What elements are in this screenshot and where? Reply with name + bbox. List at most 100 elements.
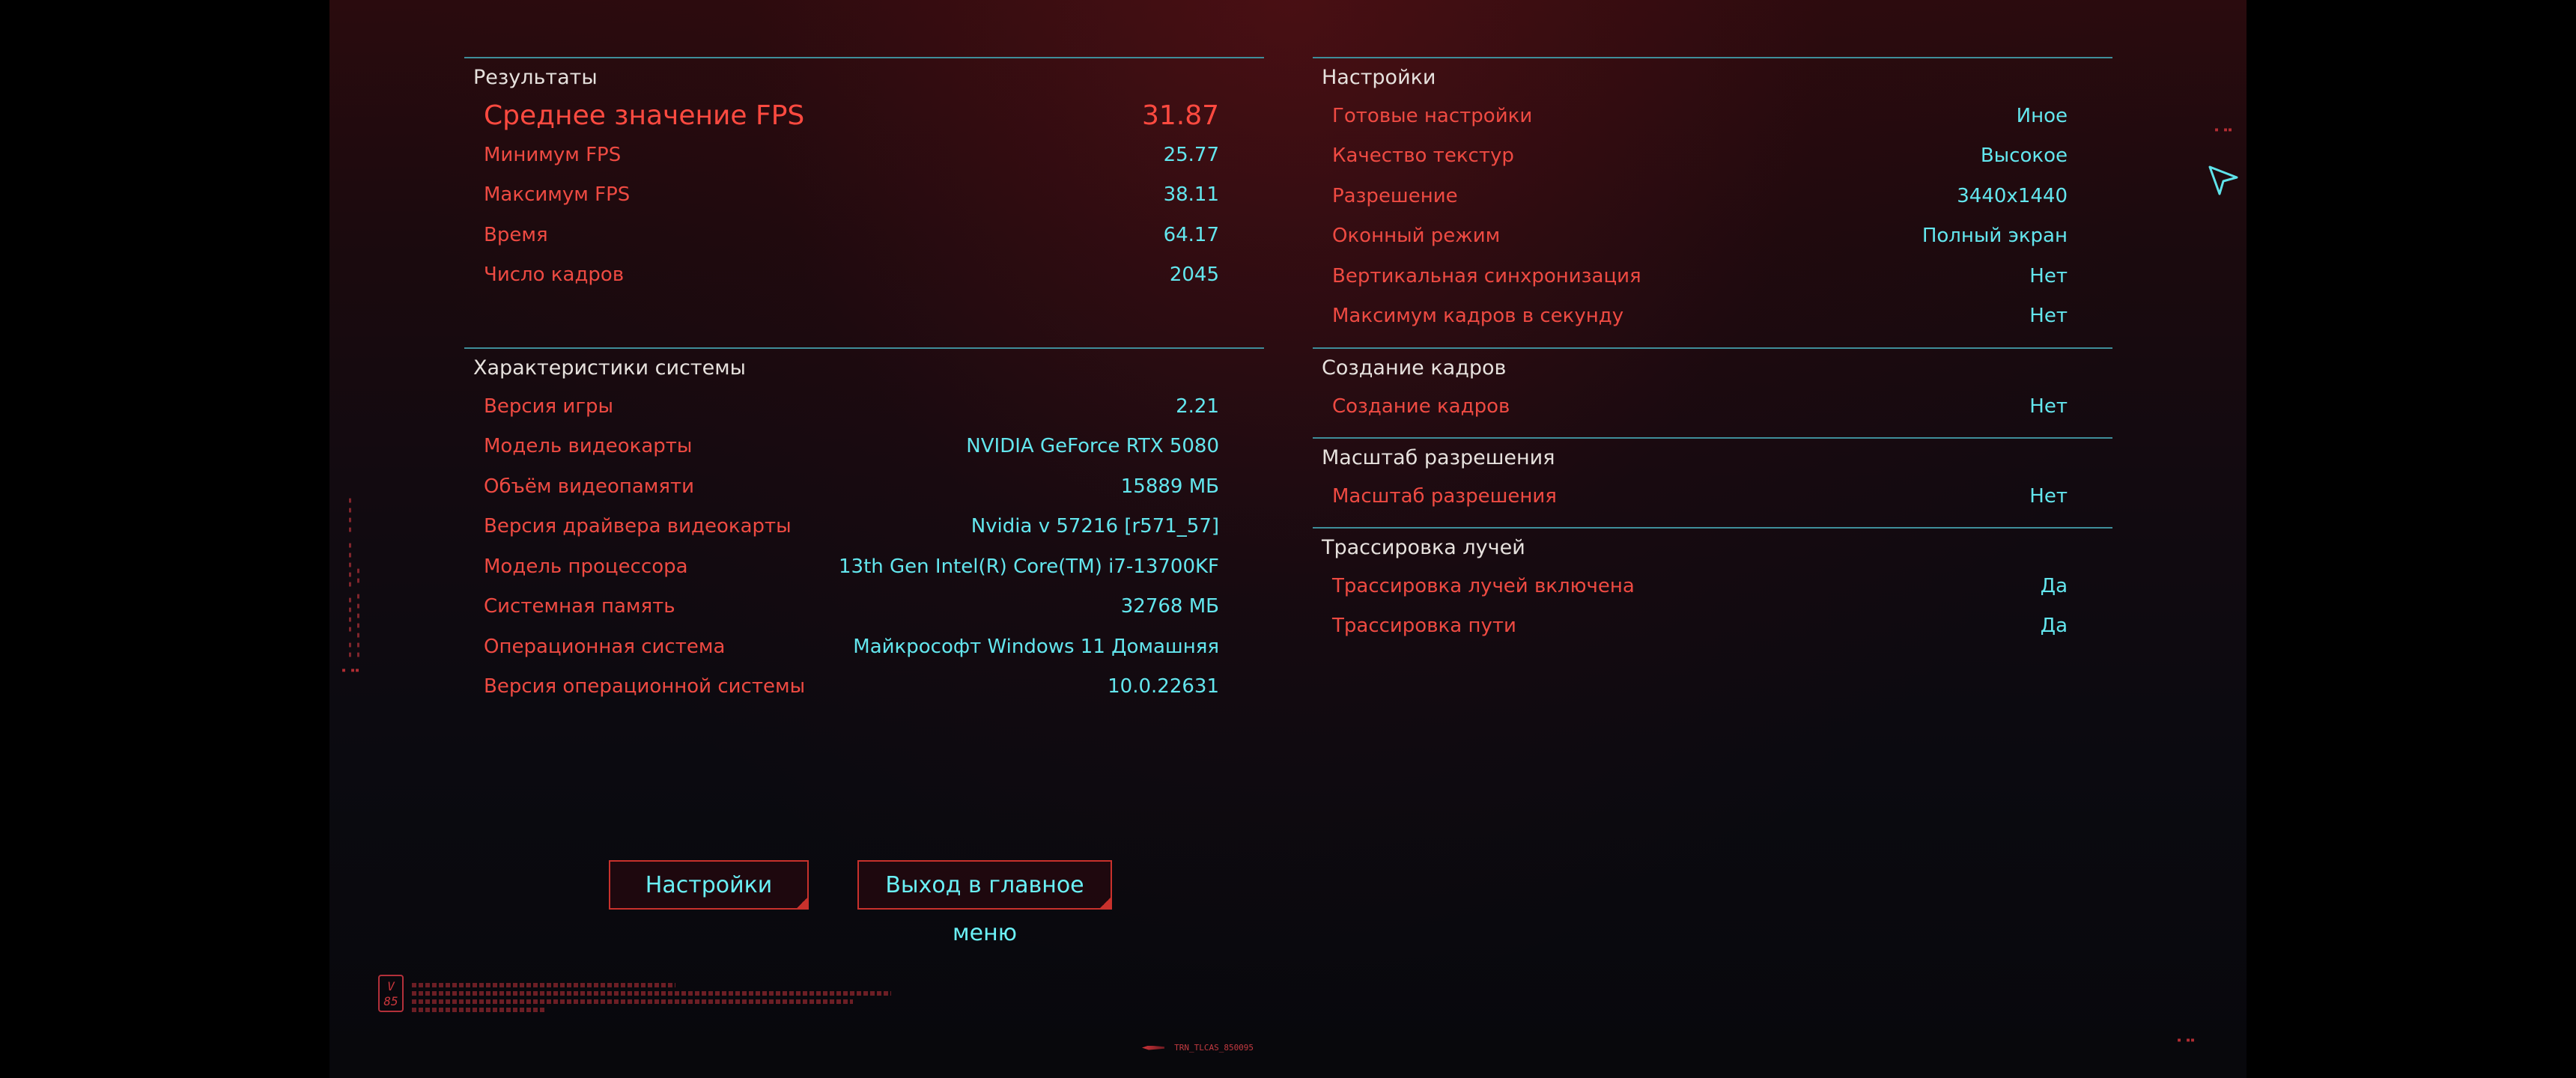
row-label: Создание кадров	[1332, 395, 1510, 418]
settings-row-textures: Качество текстур Высокое	[1332, 144, 2068, 174]
corner-notch	[795, 896, 809, 910]
res-scale-row: Масштаб разрешения Нет	[1332, 485, 2068, 515]
row-label: Трассировка лучей включена	[1332, 575, 1635, 597]
ray-tracing-row-path: Трассировка пути Да	[1332, 615, 2068, 645]
section-divider	[1313, 57, 2112, 58]
settings-panel: Настройки Готовые настройки Иное Качеств…	[1313, 57, 2112, 341]
section-divider	[464, 57, 1264, 58]
section-divider	[1313, 437, 2112, 439]
settings-button[interactable]: Настройки	[609, 860, 809, 910]
system-row-cpu: Модель процессора 13th Gen Intel(R) Core…	[484, 555, 1219, 585]
section-divider	[1313, 527, 2112, 529]
results-title: Результаты	[473, 66, 598, 89]
row-value: Да	[2040, 615, 2068, 637]
row-label: Модель видеокарты	[484, 435, 693, 457]
system-row-gpu: Модель видеокарты NVIDIA GeForce RTX 508…	[484, 435, 1219, 465]
avg-fps-value: 31.87	[1141, 100, 1219, 131]
corner-notch	[1099, 896, 1112, 910]
row-label: Качество текстур	[1332, 144, 1514, 167]
section-divider	[464, 347, 1264, 349]
system-row-vram: Объём видеопамяти 15889 МБ	[484, 475, 1219, 505]
frame-gen-row: Создание кадров Нет	[1332, 395, 2068, 425]
system-row-ram: Системная память 32768 МБ	[484, 595, 1219, 625]
system-title: Характеристики системы	[473, 356, 746, 380]
system-row-os: Операционная система Майкрософт Windows …	[484, 636, 1219, 666]
system-row-driver: Версия драйвера видеокарты Nvidia v 5721…	[484, 515, 1219, 545]
system-row-os-version: Версия операционной системы 10.0.22631	[484, 675, 1219, 705]
row-value: 25.77	[1163, 144, 1219, 166]
row-label: Время	[484, 224, 548, 246]
version-logo: V 85	[378, 975, 404, 1012]
row-label: Версия операционной системы	[484, 675, 806, 698]
row-label: Минимум FPS	[484, 144, 622, 166]
frame-gen-panel: Создание кадров Создание кадров Нет	[1313, 347, 2112, 437]
settings-row-window-mode: Оконный режим Полный экран	[1332, 225, 2068, 255]
result-row-frames: Число кадров 2045	[484, 264, 1219, 293]
footer-code-text: TRN_TLCAS_850095	[1174, 1043, 1254, 1053]
benchmark-screen: Результаты Среднее значение FPS 31.87 Ми…	[329, 0, 2247, 1078]
settings-button-label: Настройки	[645, 872, 773, 898]
row-value: Нет	[2029, 305, 2068, 327]
res-scale-title: Масштаб разрешения	[1322, 446, 1555, 469]
row-label: Вертикальная синхронизация	[1332, 265, 1641, 287]
avg-fps-label: Среднее значение FPS	[484, 100, 805, 131]
row-value: Да	[2040, 575, 2068, 597]
result-row-time: Время 64.17	[484, 224, 1219, 254]
row-label: Системная память	[484, 595, 675, 618]
deco-mark: ▪ ▪▪	[341, 666, 360, 674]
row-value: 32768 МБ	[1120, 595, 1219, 618]
settings-title: Настройки	[1322, 66, 1436, 89]
row-value: Нет	[2029, 395, 2068, 418]
row-value: 38.11	[1163, 183, 1219, 206]
settings-row-vsync: Вертикальная синхронизация Нет	[1332, 265, 2068, 295]
row-label: Максимум кадров в секунду	[1332, 305, 1624, 327]
row-label: Трассировка пути	[1332, 615, 1516, 637]
row-value: 15889 МБ	[1120, 475, 1219, 498]
system-panel: Характеристики системы Версия игры 2.21 …	[464, 347, 1264, 722]
deco-mark: ▪ ▪▪	[2214, 126, 2233, 134]
row-label: Версия драйвера видеокарты	[484, 515, 792, 538]
exit-button-label: Выход в главное меню	[885, 872, 1084, 946]
arrow-icon	[1142, 1045, 1164, 1050]
settings-row-preset: Готовые настройки Иное	[1332, 105, 2068, 135]
row-value: 3440x1440	[1957, 185, 2068, 207]
row-label: Модель процессора	[484, 555, 688, 578]
row-value: Нет	[2029, 485, 2068, 508]
section-divider	[1313, 347, 2112, 349]
ray-tracing-title: Трассировка лучей	[1322, 536, 1525, 559]
row-label: Число кадров	[484, 264, 625, 286]
row-value: 13th Gen Intel(R) Core(TM) i7-13700KF	[839, 555, 1219, 578]
row-value: Майкрософт Windows 11 Домашняя	[853, 636, 1219, 658]
row-label: Объём видеопамяти	[484, 475, 695, 498]
deco-mark: ▪ ▪▪	[2177, 1036, 2196, 1044]
res-scale-panel: Масштаб разрешения Масштаб разрешения Не…	[1313, 437, 2112, 527]
avg-fps-row: Среднее значение FPS 31.87	[484, 100, 1219, 131]
footer-code: TRN_TLCAS_850095	[1142, 1040, 1254, 1053]
row-value: Нет	[2029, 265, 2068, 287]
row-value: Nvidia v 57216 [r571_57]	[970, 515, 1219, 538]
row-value: 2.21	[1176, 395, 1219, 418]
ray-tracing-panel: Трассировка лучей Трассировка лучей вклю…	[1313, 527, 2112, 647]
row-label: Разрешение	[1332, 185, 1458, 207]
results-panel: Результаты Среднее значение FPS 31.87 Ми…	[464, 57, 1264, 311]
row-value: 64.17	[1163, 224, 1219, 246]
row-value: 10.0.22631	[1108, 675, 1219, 698]
row-value: Полный экран	[1922, 225, 2068, 247]
result-row-min-fps: Минимум FPS 25.77	[484, 144, 1219, 174]
settings-row-fps-cap: Максимум кадров в секунду Нет	[1332, 305, 2068, 335]
row-value: 2045	[1169, 264, 1219, 286]
row-value: NVIDIA GeForce RTX 5080	[966, 435, 1219, 457]
exit-to-main-menu-button[interactable]: Выход в главное меню	[857, 860, 1112, 946]
row-label: Оконный режим	[1332, 225, 1501, 247]
row-label: Версия игры	[484, 395, 614, 418]
frame-gen-title: Создание кадров	[1322, 356, 1507, 380]
result-row-max-fps: Максимум FPS 38.11	[484, 183, 1219, 213]
mouse-cursor-icon	[2208, 165, 2238, 195]
settings-row-resolution: Разрешение 3440x1440	[1332, 185, 2068, 215]
row-label: Готовые настройки	[1332, 105, 1533, 127]
ray-tracing-row-enabled: Трассировка лучей включена Да	[1332, 575, 2068, 605]
row-value: Иное	[2016, 105, 2068, 127]
system-row-game-version: Версия игры 2.21	[484, 395, 1219, 425]
row-label: Максимум FPS	[484, 183, 631, 206]
side-deco-text: ▮▮ ▮▮▮▮ ▮▮▮▮▮ ▮▮▮▮ ▮▮▮▮▮▮▮ ▮▮	[346, 494, 362, 659]
